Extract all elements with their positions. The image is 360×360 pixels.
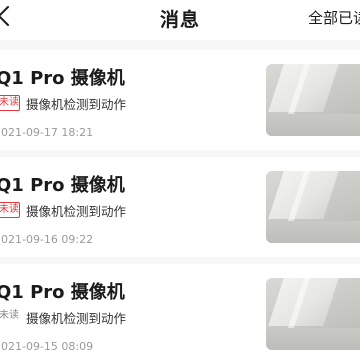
timestamp: 2021-09-16 09:22 <box>0 233 94 246</box>
thumbnail-floor <box>266 221 360 243</box>
snapshot-thumbnail[interactable] <box>266 171 360 243</box>
timestamp: 2021-09-17 18:21 <box>0 126 94 139</box>
device-name: Q1 Pro 摄像机 <box>0 282 125 303</box>
event-text: 摄像机检测到动作 <box>26 311 127 326</box>
message-item[interactable]: Q1 Pro 摄像机 未读 摄像机检测到动作 2021-09-15 08:09 <box>0 264 360 360</box>
thumbnail-floor <box>266 114 360 136</box>
read-badge: 未读 <box>0 310 19 321</box>
thumbnail-floor <box>266 328 360 350</box>
device-name: Q1 Pro 摄像机 <box>0 175 125 196</box>
snapshot-thumbnail[interactable] <box>266 64 360 136</box>
unread-badge: 未读 <box>0 202 20 218</box>
top-bar: 消息 全部已读 <box>0 0 360 40</box>
event-text: 摄像机检测到动作 <box>26 97 127 112</box>
device-name: Q1 Pro 摄像机 <box>0 68 125 89</box>
message-item[interactable]: Q1 Pro 摄像机 未读 摄像机检测到动作 2021-09-17 18:21 <box>0 50 360 150</box>
mark-all-read-button[interactable]: 全部已读 <box>308 7 360 28</box>
timestamp: 2021-09-15 08:09 <box>0 340 94 353</box>
unread-badge: 未读 <box>0 95 20 111</box>
event-text: 摄像机检测到动作 <box>26 204 127 219</box>
page-title: 消息 <box>159 9 200 31</box>
snapshot-thumbnail[interactable] <box>266 278 360 350</box>
message-item[interactable]: Q1 Pro 摄像机 未读 摄像机检测到动作 2021-09-16 09:22 <box>0 157 360 257</box>
